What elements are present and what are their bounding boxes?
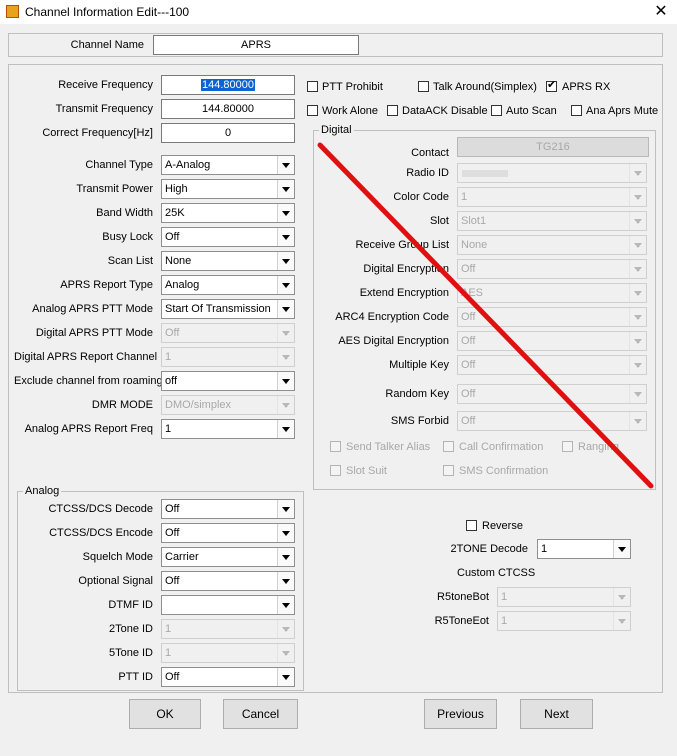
red-strike-line xyxy=(317,142,654,489)
annotation-overlay xyxy=(317,142,654,489)
